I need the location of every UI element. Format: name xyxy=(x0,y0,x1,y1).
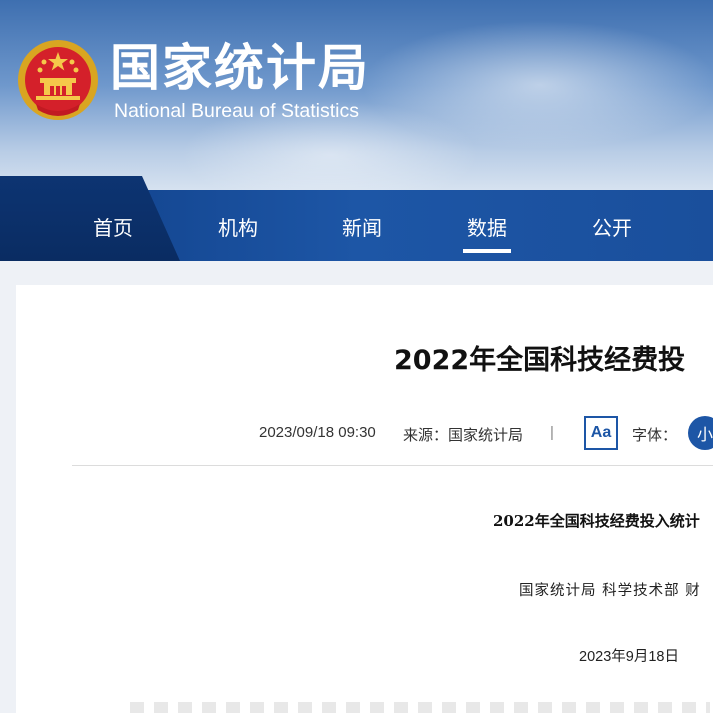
meta-separator: | xyxy=(550,424,554,441)
publish-date: 2023/09/18 09:30 xyxy=(259,424,376,441)
national-emblem-icon[interactable] xyxy=(16,38,100,122)
document-issuer: 国家统计局 科学技术部 财 xyxy=(519,583,701,599)
document-date: 2023年9月18日 xyxy=(579,649,679,665)
font-size-button[interactable]: Aa xyxy=(584,416,618,450)
site-name-cn[interactable]: 国家统计局 xyxy=(110,38,370,98)
nav-item-home[interactable]: 首页 xyxy=(93,212,133,241)
article-source: 来源：国家统计局 xyxy=(403,427,524,444)
body-text-cutoff xyxy=(130,702,710,713)
main-nav: 首页 机构 新闻 数据 公开 xyxy=(0,176,713,261)
nav-item-organization[interactable]: 机构 xyxy=(218,212,258,241)
site-name-en[interactable]: National Bureau of Statistics xyxy=(114,100,359,123)
site-banner: 国家统计局 National Bureau of Statistics xyxy=(0,0,713,190)
nav-item-public[interactable]: 公开 xyxy=(592,212,632,241)
nav-item-data[interactable]: 数据 xyxy=(463,212,511,253)
article-title: 2022年全国科技经费投 xyxy=(394,345,686,376)
nav-item-news[interactable]: 新闻 xyxy=(342,212,382,241)
font-label: 字体： xyxy=(632,427,678,444)
meta-divider xyxy=(72,465,713,466)
document-title: 2022年全国科技经费投入统计 xyxy=(493,512,700,530)
